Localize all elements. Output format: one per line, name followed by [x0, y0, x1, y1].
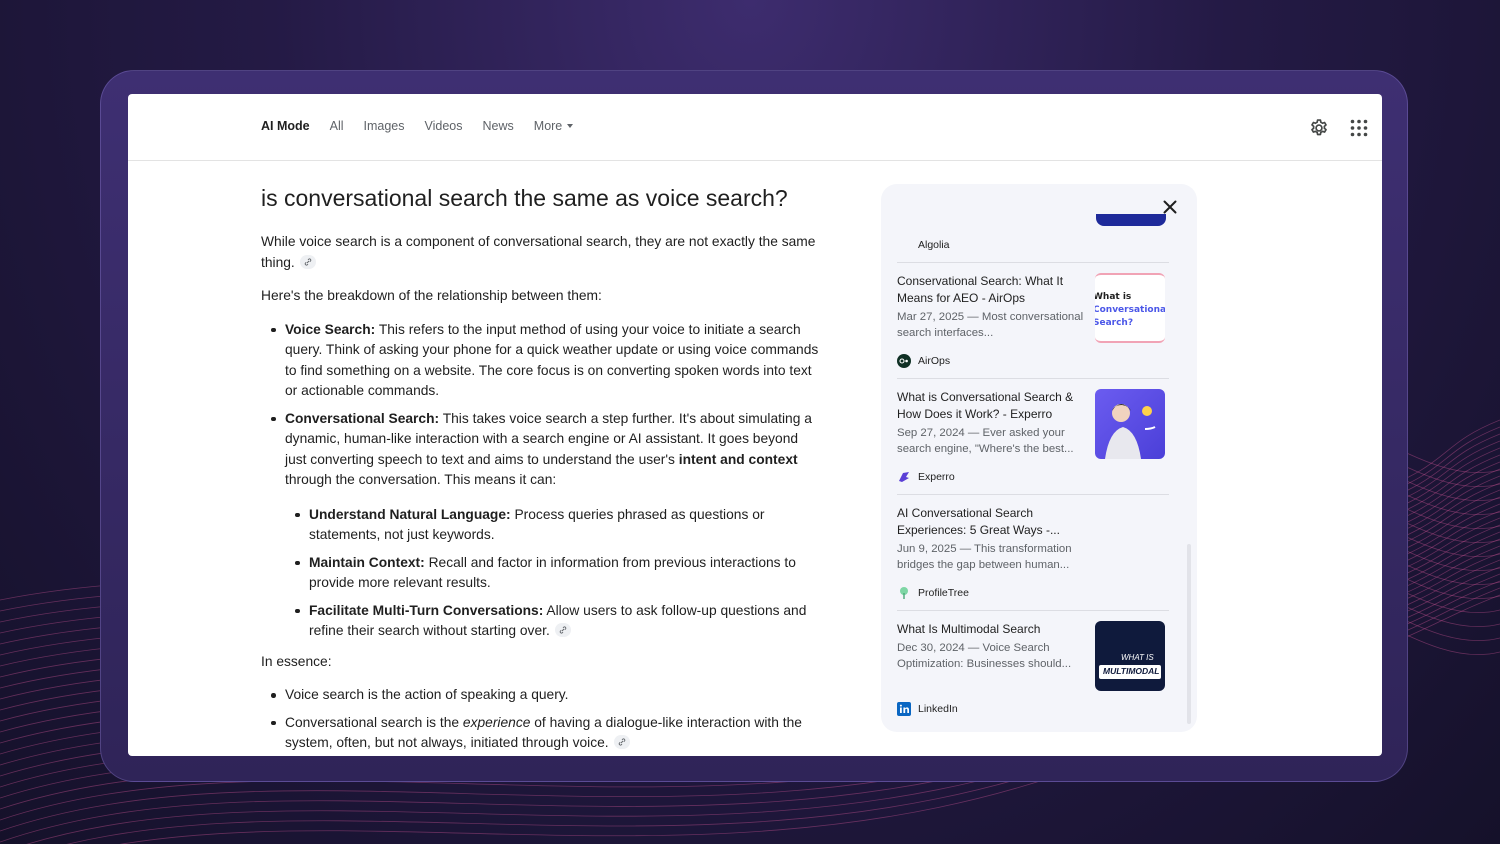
list-item: Conversational search is the experience … [261, 713, 821, 754]
list-item: Voice search is the action of speaking a… [261, 685, 821, 706]
essence-text: Voice search is the action of speaking a… [285, 687, 569, 702]
source-name: ProfileTree [918, 587, 969, 599]
term-conversational-search: Conversational Search: [285, 410, 440, 426]
algolia-favicon [897, 238, 911, 252]
source-card[interactable]: Conservational Search: What It Means for… [897, 262, 1169, 378]
emphasis-text: intent and context [678, 451, 798, 467]
source-snippet: Jun 9, 2025 — This transformation bridge… [897, 543, 1072, 571]
source-title: AI Conversational Search Experiences: 5 … [897, 506, 1060, 537]
source-thumbnail[interactable] [1096, 214, 1166, 226]
definition-text: through the conversation. This means it … [285, 472, 557, 487]
emphasis-text: experience [462, 714, 531, 730]
person-illustration [1105, 404, 1156, 459]
tab-label: News [482, 119, 514, 133]
ai-answer: is conversational search the same as voi… [261, 182, 821, 756]
essence-list: Voice search is the action of speaking a… [261, 685, 821, 754]
grid-apps-icon[interactable] [1350, 119, 1368, 137]
citation-link-icon[interactable] [554, 623, 571, 638]
list-item: Voice Search: This refers to the input m… [261, 320, 821, 402]
breakdown-lead: Here's the breakdown of the relationship… [261, 288, 602, 303]
gear-icon[interactable] [1309, 118, 1329, 138]
list-item: Facilitate Multi-Turn Conversations: All… [285, 601, 821, 642]
caret-down-icon [567, 124, 574, 128]
source-thumbnail: WHAT IS MULTIMODAL SEA [1095, 621, 1165, 691]
list-item: Understand Natural Language: Process que… [285, 505, 821, 546]
search-tabs-bar: AI Mode All Images Videos News More [128, 94, 1382, 161]
source-algolia[interactable]: Algolia [897, 238, 950, 252]
tab-label: AI Mode [261, 119, 310, 133]
experro-favicon [897, 470, 911, 484]
browser-screen: AI Mode All Images Videos News More is c… [128, 94, 1382, 756]
source-attribution: Experro [897, 470, 955, 484]
essence-text: Conversational search is the [285, 714, 463, 730]
essence-lead: In essence: [261, 653, 332, 669]
citation-link-icon[interactable] [613, 735, 630, 750]
source-attribution: ProfileTree [897, 586, 969, 600]
source-snippet: Sep 27, 2024 — Ever asked your search en… [897, 427, 1074, 455]
citation-link-icon[interactable] [299, 254, 316, 269]
source-name: Experro [918, 471, 955, 483]
profiletree-favicon [897, 586, 911, 600]
definitions-list: Voice Search: This refers to the input m… [261, 320, 821, 642]
source-title: What Is Multimodal Search [897, 622, 1041, 636]
source-snippet: Dec 30, 2024 — Voice Search Optimization… [897, 642, 1072, 670]
tab-videos[interactable]: Videos [425, 119, 463, 133]
linkedin-favicon [897, 702, 911, 716]
tab-images[interactable]: Images [364, 119, 405, 133]
source-name: AirOps [918, 355, 951, 367]
tab-more[interactable]: More [533, 119, 574, 133]
source-snippet: Mar 27, 2025 — Most conversational searc… [897, 311, 1084, 339]
thumb-text: What is [1095, 292, 1132, 302]
tab-label: Videos [424, 119, 463, 133]
source-card[interactable]: What Is Multimodal Search Dec 30, 2024 —… [897, 610, 1169, 726]
tab-label: All [329, 119, 344, 133]
intro-text: While voice search is a component of con… [261, 234, 816, 270]
sources-panel: Algolia Conservational Search: What It M… [881, 184, 1197, 732]
tab-all[interactable]: All [330, 119, 344, 133]
source-title: Conservational Search: What It Means for… [897, 274, 1064, 305]
source-attribution: LinkedIn [897, 702, 958, 716]
source-thumbnail [1095, 389, 1165, 459]
airops-favicon [897, 354, 911, 368]
list-item: Maintain Context: Recall and factor in i… [285, 553, 821, 594]
capability-term: Maintain Context: [309, 554, 425, 570]
tab-label: More [533, 119, 563, 133]
source-name: Algolia [918, 239, 950, 251]
capabilities-list: Understand Natural Language: Process que… [285, 505, 821, 642]
tab-ai-mode[interactable]: AI Mode [261, 119, 310, 133]
source-attribution: AirOps [897, 354, 950, 368]
source-name: LinkedIn [918, 703, 958, 715]
tab-label: Images [363, 119, 405, 133]
capability-term: Understand Natural Language: [309, 506, 511, 522]
list-item: Conversational Search: This takes voice … [261, 409, 821, 642]
source-card[interactable]: AI Conversational Search Experiences: 5 … [897, 494, 1169, 610]
thumb-text: Search? [1095, 318, 1134, 328]
source-title: What is Conversational Search & How Does… [897, 390, 1074, 421]
panel-scrollbar[interactable] [1187, 544, 1191, 724]
term-voice-search: Voice Search: [285, 321, 376, 337]
thumb-text: WHAT IS [1121, 653, 1154, 662]
query-heading: is conversational search the same as voi… [261, 185, 788, 211]
tab-list: AI Mode All Images Videos News More [261, 119, 593, 133]
tab-news[interactable]: News [483, 119, 514, 133]
thumb-text: Conversational [1095, 305, 1165, 315]
capability-term: Facilitate Multi-Turn Conversations: [309, 602, 544, 618]
answer-intro: While voice search is a component of con… [261, 232, 821, 273]
source-thumbnail: What is Conversational Search? [1095, 273, 1165, 343]
source-card[interactable]: What is Conversational Search & How Does… [897, 378, 1169, 494]
thumb-text: MULTIMODAL SEA [1103, 666, 1161, 676]
